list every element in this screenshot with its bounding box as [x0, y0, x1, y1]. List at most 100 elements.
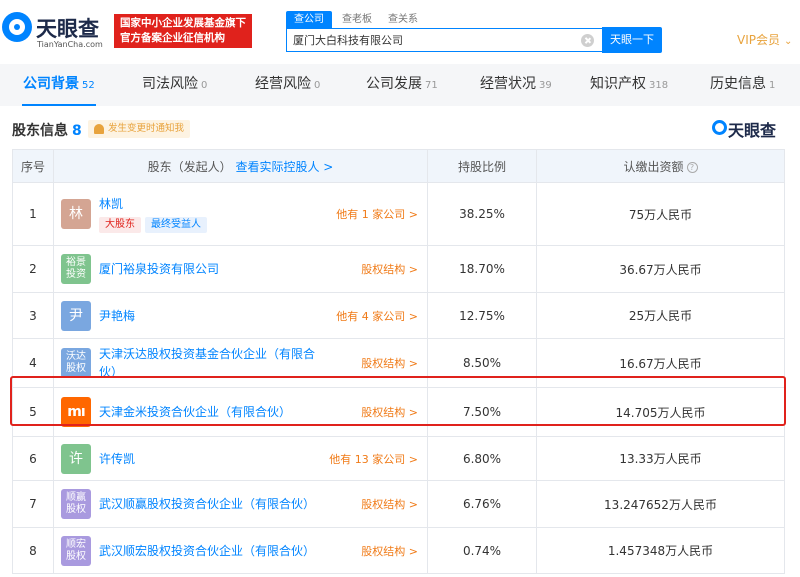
tab-operation-status[interactable]: 经营状况 39: [480, 64, 552, 106]
tianyancha-logo[interactable]: 天眼查 TianYanCha.com: [2, 12, 104, 52]
tab-label: 历史信息: [710, 76, 766, 92]
avatar: 沃达 股权: [61, 348, 91, 378]
tab-label: 经营状况: [480, 76, 536, 92]
vip-label: VIP会员: [737, 33, 780, 47]
header-shareholder: 股东（发起人） 查看实际控股人 >: [53, 149, 428, 183]
table-row: 4 沃达 股权 天津沃达股权投资基金合伙企业（有限合伙） 股权结构 > 8.50%…: [12, 338, 785, 388]
watermark-text: 天眼查: [728, 121, 777, 140]
amount-cell: 1.457348万人民币: [536, 527, 785, 574]
amount-cell: 14.705万人民币: [536, 387, 785, 437]
amount-cell: 13.247652万人民币: [536, 480, 785, 528]
table-row: 1 林 林凯 大股东 最终受益人 他有 1 家公司 > 38.25% 75万人民币: [12, 182, 785, 246]
row-index: 1: [12, 182, 54, 246]
tab-count: 71: [425, 80, 438, 91]
table-row: 3 尹 尹艳梅 他有 4 家公司 > 12.75% 25万人民币: [12, 292, 785, 339]
tab-history[interactable]: 历史信息 1: [710, 64, 775, 106]
avatar: 顺赢 股权: [61, 489, 91, 519]
avatar-text: mı: [67, 404, 85, 420]
shareholder-cell: 顺赢 股权 武汉顺赢股权投资合伙企业（有限合伙） 股权结构 >: [53, 480, 428, 528]
logo-text: 天眼查: [36, 17, 99, 41]
ratio-cell: 0.74%: [427, 527, 537, 574]
shareholder-name[interactable]: 天津沃达股权投资基金合伙企业（有限合伙）: [99, 345, 327, 381]
eye-logo-icon: [712, 120, 727, 135]
table-row: 7 顺赢 股权 武汉顺赢股权投资合伙企业（有限合伙） 股权结构 > 6.76% 1…: [12, 480, 785, 528]
row-index: 6: [12, 436, 54, 481]
tab-count: 318: [649, 80, 669, 91]
chevron-down-icon: ⌄: [784, 36, 793, 47]
amount-cell: 75万人民币: [536, 182, 785, 246]
clear-icon[interactable]: [581, 34, 594, 47]
amount-cell: 36.67万人民币: [536, 245, 785, 293]
equity-structure-link[interactable]: 股权结构 >: [361, 261, 418, 277]
row-index: 2: [12, 245, 54, 293]
tab-legal-risk[interactable]: 司法风险 0: [142, 64, 207, 106]
change-notify-button[interactable]: 发生变更时通知我: [88, 120, 191, 138]
official-banner: 国家中小企业发展基金旗下 官方备案企业征信机构: [114, 14, 252, 48]
notify-label: 发生变更时通知我: [108, 123, 185, 134]
shareholder-table: 序号 股东（发起人） 查看实际控股人 > 持股比例 认缴出资额? 1 林 林凯: [12, 149, 785, 574]
avatar: 林: [61, 199, 91, 229]
tab-count: 52: [82, 80, 95, 91]
tab-count: 0: [314, 80, 321, 91]
search-box: [286, 28, 604, 52]
bell-icon: [94, 124, 104, 134]
top-header: 天眼查 TianYanCha.com 国家中小企业发展基金旗下 官方备案企业征信…: [0, 0, 800, 64]
search-button[interactable]: 天眼一下: [602, 27, 662, 53]
header-amount: 认缴出资额?: [536, 149, 785, 183]
ratio-cell: 12.75%: [427, 292, 537, 339]
help-icon[interactable]: ?: [686, 161, 698, 173]
table-row: 2 裕景 投资 厦门裕泉投资有限公司 股权结构 > 18.70% 36.67万人民…: [12, 245, 785, 293]
ratio-cell: 6.80%: [427, 436, 537, 481]
shareholder-cell: 林 林凯 大股东 最终受益人 他有 1 家公司 >: [53, 182, 428, 246]
section-count: 8: [72, 123, 82, 139]
related-companies-link[interactable]: 他有 1 家公司 >: [336, 206, 418, 222]
view-controller-link[interactable]: 查看实际控股人 >: [235, 160, 333, 174]
tab-business-risk[interactable]: 经营风险 0: [255, 64, 320, 106]
tab-label: 经营风险: [255, 76, 311, 92]
header-shareholder-label: 股东（发起人）: [147, 159, 232, 174]
row-index: 7: [12, 480, 54, 528]
search-tab-relation[interactable]: 查关系: [388, 11, 418, 28]
vip-menu[interactable]: VIP会员 ⌄: [737, 31, 792, 48]
ratio-cell: 7.50%: [427, 387, 537, 437]
equity-structure-link[interactable]: 股权结构 >: [361, 543, 418, 559]
shareholder-cell: 顺宏 股权 武汉顺宏股权投资合伙企业（有限合伙） 股权结构 >: [53, 527, 428, 574]
eye-logo-icon: [2, 12, 32, 42]
banner-line-2: 官方备案企业征信机构: [120, 32, 225, 44]
table-header-row: 序号 股东（发起人） 查看实际控股人 > 持股比例 认缴出资额?: [12, 149, 785, 183]
search-tab-boss[interactable]: 查老板: [342, 11, 372, 28]
equity-structure-link[interactable]: 股权结构 >: [361, 404, 418, 420]
tab-count: 39: [539, 80, 552, 91]
tab-label: 知识产权: [590, 76, 646, 92]
tab-count: 1: [769, 80, 776, 91]
xiaomi-logo-icon: mı: [61, 397, 91, 427]
header-index: 序号: [12, 149, 54, 183]
table-row: 6 许 许传凯 他有 13 家公司 > 6.80% 13.33万人民币: [12, 436, 785, 481]
row-index: 3: [12, 292, 54, 339]
avatar: 裕景 投资: [61, 254, 91, 284]
section-title-text: 股东信息: [12, 123, 68, 139]
tab-company-development[interactable]: 公司发展 71: [366, 64, 438, 106]
shareholder-cell: 裕景 投资 厦门裕泉投资有限公司 股权结构 >: [53, 245, 428, 293]
related-companies-link[interactable]: 他有 13 家公司 >: [329, 451, 418, 467]
logo-domain: TianYanCha.com: [37, 40, 103, 49]
amount-cell: 13.33万人民币: [536, 436, 785, 481]
section-title: 股东信息 8: [12, 120, 82, 140]
equity-structure-link[interactable]: 股权结构 >: [361, 355, 418, 371]
shareholder-cell: 许 许传凯 他有 13 家公司 >: [53, 436, 428, 481]
equity-structure-link[interactable]: 股权结构 >: [361, 496, 418, 512]
row-index: 4: [12, 338, 54, 388]
tab-label: 公司背景: [23, 76, 79, 92]
tab-intellectual-property[interactable]: 知识产权 318: [590, 64, 668, 106]
tab-company-background[interactable]: 公司背景 52: [22, 64, 96, 106]
company-nav: 公司背景 52 司法风险 0 经营风险 0 公司发展 71 经营状况 39 知识产权 318…: [0, 64, 800, 106]
related-companies-link[interactable]: 他有 4 家公司 >: [336, 308, 418, 324]
row-index: 8: [12, 527, 54, 574]
banner-line-1: 国家中小企业发展基金旗下: [120, 17, 246, 29]
avatar: 顺宏 股权: [61, 535, 91, 566]
search-tab-company[interactable]: 查公司: [286, 11, 332, 28]
tab-label: 司法风险: [142, 76, 198, 92]
shareholder-cell: 尹 尹艳梅 他有 4 家公司 >: [53, 292, 428, 339]
search-input[interactable]: [293, 32, 573, 48]
avatar: 许: [61, 443, 91, 474]
